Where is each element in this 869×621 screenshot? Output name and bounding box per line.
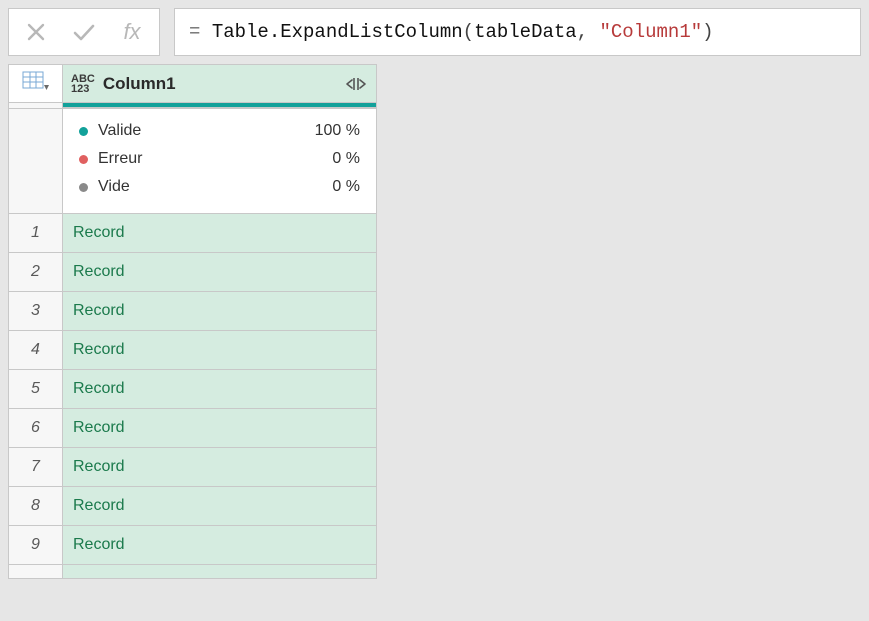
dot-valid-icon xyxy=(79,127,88,136)
select-all-corner[interactable] xyxy=(9,65,63,103)
expand-column-icon[interactable] xyxy=(344,73,368,95)
quality-bar xyxy=(63,103,376,108)
fx-icon[interactable]: fx xyxy=(115,15,149,49)
cell-record[interactable]: Record xyxy=(63,370,377,409)
data-grid: ABC123 Column1 xyxy=(0,64,869,579)
dot-empty-icon xyxy=(79,183,88,192)
table-row: 3 Record xyxy=(9,292,377,331)
quality-summary-row: Valide 100 % Erreur 0 % Vide 0 % xyxy=(9,109,377,214)
dot-error-icon xyxy=(79,155,88,164)
formula-arg2: "Column1" xyxy=(600,21,703,43)
cell-record[interactable]: Record xyxy=(63,526,377,565)
row-index[interactable]: 2 xyxy=(9,253,63,292)
cell-record[interactable]: Record xyxy=(63,448,377,487)
formula-input[interactable]: = Table.ExpandListColumn(tableData, "Col… xyxy=(174,8,861,56)
column-header-column1[interactable]: ABC123 Column1 xyxy=(63,65,377,103)
row-index[interactable] xyxy=(9,565,63,579)
row-index[interactable]: 9 xyxy=(9,526,63,565)
cell-record[interactable]: Record xyxy=(63,214,377,253)
quality-summary[interactable]: Valide 100 % Erreur 0 % Vide 0 % xyxy=(63,109,377,214)
quality-valid: Valide 100 % xyxy=(79,117,360,145)
quality-empty: Vide 0 % xyxy=(79,173,360,201)
formula-actions: fx xyxy=(8,8,160,56)
cell-record[interactable]: Record xyxy=(63,292,377,331)
table-row: 4 Record xyxy=(9,331,377,370)
table-row: 7 Record xyxy=(9,448,377,487)
row-index[interactable]: 1 xyxy=(9,214,63,253)
formula-eq: = xyxy=(189,21,200,43)
table-row: 1 Record xyxy=(9,214,377,253)
cell-record[interactable] xyxy=(63,565,377,579)
formula-arg1: tableData xyxy=(474,21,577,43)
row-index[interactable]: 5 xyxy=(9,370,63,409)
table-row-partial xyxy=(9,565,377,579)
table-row: 6 Record xyxy=(9,409,377,448)
cell-record[interactable]: Record xyxy=(63,409,377,448)
cell-record[interactable]: Record xyxy=(63,331,377,370)
cell-record[interactable]: Record xyxy=(63,253,377,292)
row-index[interactable]: 8 xyxy=(9,487,63,526)
table-row: 9 Record xyxy=(9,526,377,565)
table-row: 8 Record xyxy=(9,487,377,526)
confirm-icon[interactable] xyxy=(67,15,101,49)
row-index[interactable]: 6 xyxy=(9,409,63,448)
cancel-icon[interactable] xyxy=(19,15,53,49)
column-name: Column1 xyxy=(103,74,336,94)
quality-error: Erreur 0 % xyxy=(79,145,360,173)
row-index[interactable]: 7 xyxy=(9,448,63,487)
type-any-icon: ABC123 xyxy=(71,74,95,94)
cell-record[interactable]: Record xyxy=(63,487,377,526)
table-row: 2 Record xyxy=(9,253,377,292)
row-index[interactable]: 3 xyxy=(9,292,63,331)
row-index[interactable]: 4 xyxy=(9,331,63,370)
formula-func: Table.ExpandListColumn xyxy=(212,21,463,43)
formula-bar: fx = Table.ExpandListColumn(tableData, "… xyxy=(0,0,869,64)
header-row: ABC123 Column1 xyxy=(9,65,377,103)
table-row: 5 Record xyxy=(9,370,377,409)
